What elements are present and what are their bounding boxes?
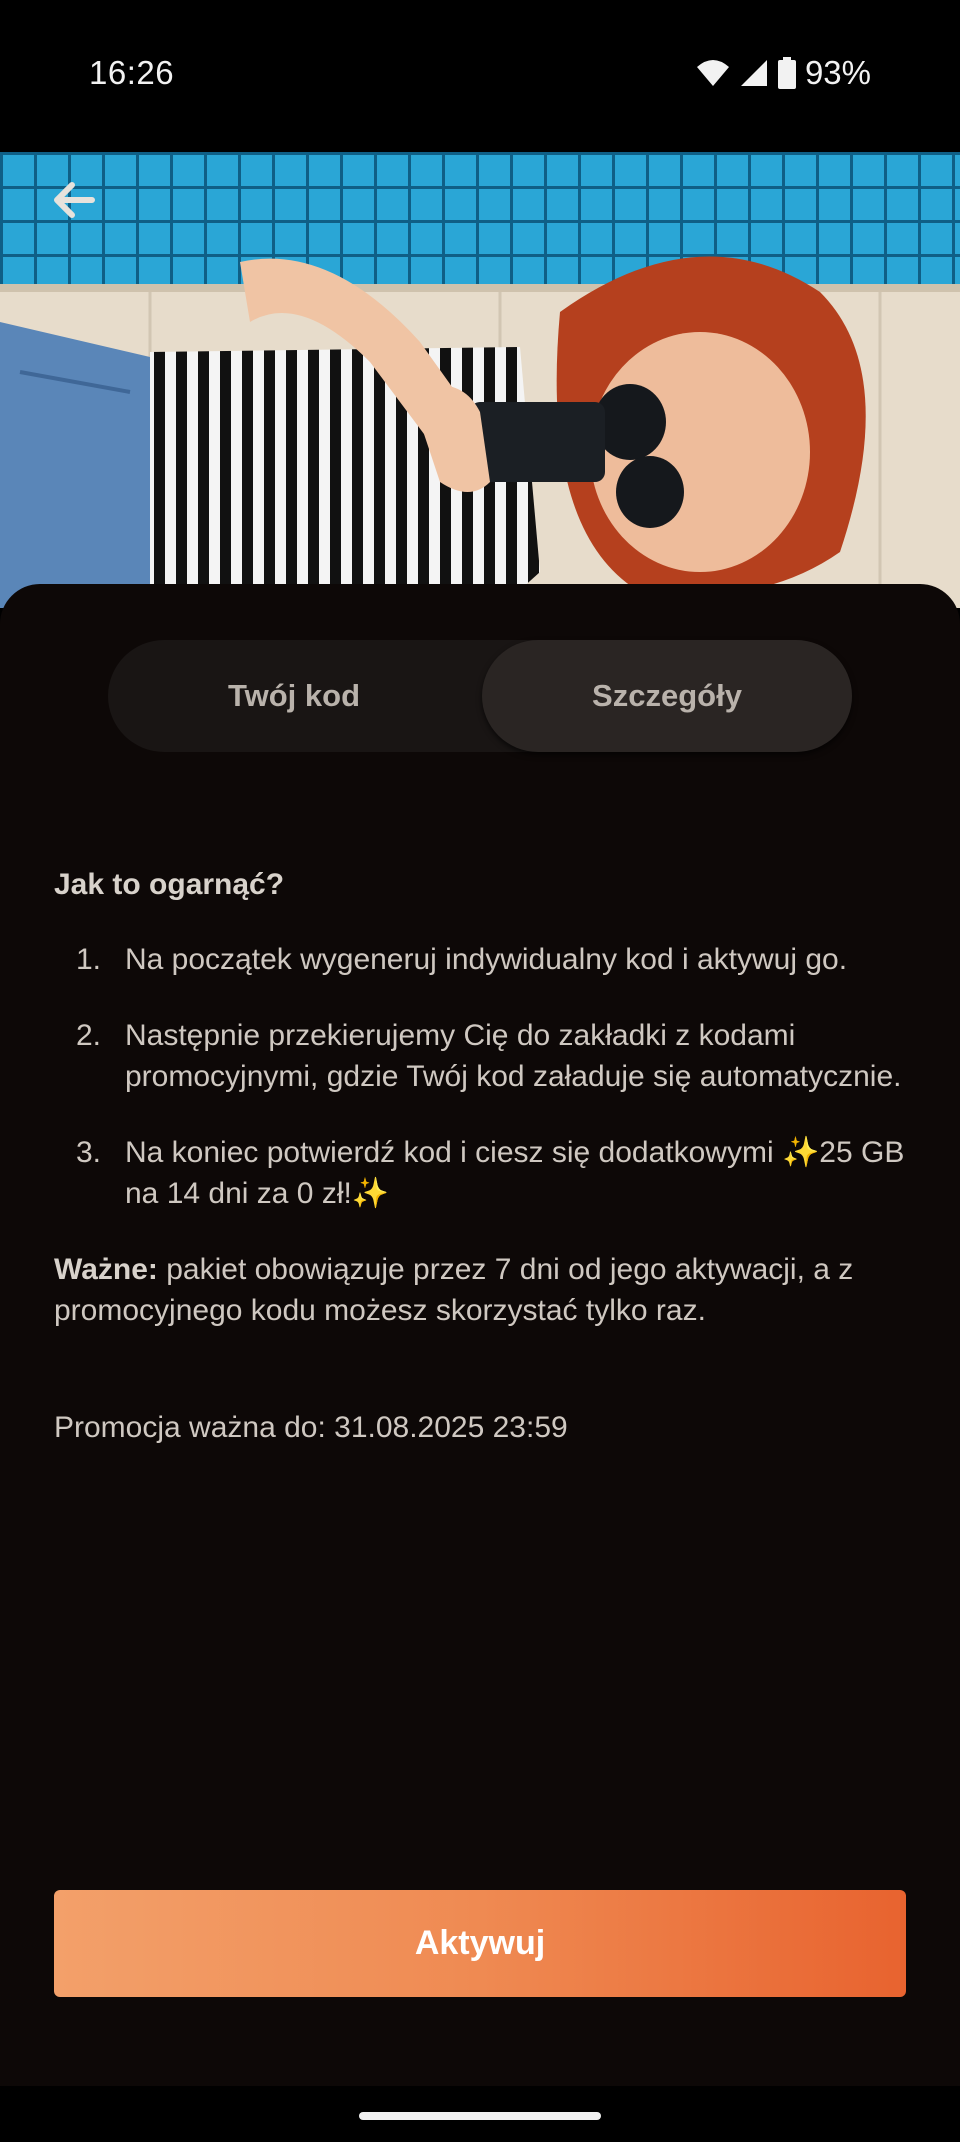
tab-details[interactable]: Szczegóły bbox=[482, 640, 852, 752]
step-number: 2. bbox=[76, 1019, 102, 1052]
step-number: 3. bbox=[76, 1136, 102, 1169]
navigation-bar bbox=[0, 2086, 960, 2142]
back-button[interactable] bbox=[42, 170, 106, 234]
list-item: 1. Na początek wygeneruj indywidualny ko… bbox=[54, 939, 914, 980]
arrow-left-icon bbox=[52, 180, 96, 225]
wifi-icon bbox=[695, 58, 731, 88]
promo-validity: Promocja ważna do: 31.08.2025 23:59 bbox=[54, 1411, 568, 1444]
activate-button[interactable]: Aktywuj bbox=[54, 1890, 906, 1997]
details-sheet: Twój kod Szczegóły Jak to ogarnąć? 1. Na… bbox=[0, 584, 960, 2142]
steps-list: 1. Na początek wygeneruj indywidualny ko… bbox=[54, 939, 914, 1214]
list-item: 3. Na koniec potwierdź kod i ciesz się d… bbox=[54, 1132, 914, 1214]
status-icons: 93% bbox=[695, 54, 871, 92]
battery-percent: 93% bbox=[804, 54, 871, 91]
step-text: Na początek wygeneruj indywidualny kod i… bbox=[125, 943, 848, 976]
step-number: 1. bbox=[76, 943, 102, 976]
list-item: 2. Następnie przekierujemy Cię do zakład… bbox=[54, 1015, 914, 1097]
important-text: pakiet obowiązuje przez 7 dni od jego ak… bbox=[54, 1253, 854, 1327]
cellular-signal-icon bbox=[739, 58, 769, 88]
home-handle[interactable] bbox=[359, 2112, 601, 2120]
hero-illustration bbox=[0, 152, 960, 608]
step-text: Na koniec potwierdź kod i ciesz się doda… bbox=[125, 1136, 905, 1210]
tab-switcher: Twój kod Szczegóły bbox=[108, 640, 852, 752]
tab-your-code[interactable]: Twój kod bbox=[108, 640, 480, 752]
status-time: 16:26 bbox=[89, 54, 175, 91]
important-label: Ważne: bbox=[54, 1253, 158, 1286]
details-heading: Jak to ogarnąć? bbox=[54, 868, 285, 901]
hero-image bbox=[0, 152, 960, 608]
battery-icon bbox=[777, 57, 797, 89]
important-note: Ważne: pakiet obowiązuje przez 7 dni od … bbox=[54, 1249, 914, 1331]
status-bar: 16:26 93% bbox=[0, 0, 960, 152]
step-text: Następnie przekierujemy Cię do zakładki … bbox=[125, 1019, 902, 1093]
details-content: Jak to ogarnąć? 1. Na początek wygeneruj… bbox=[54, 864, 914, 1448]
